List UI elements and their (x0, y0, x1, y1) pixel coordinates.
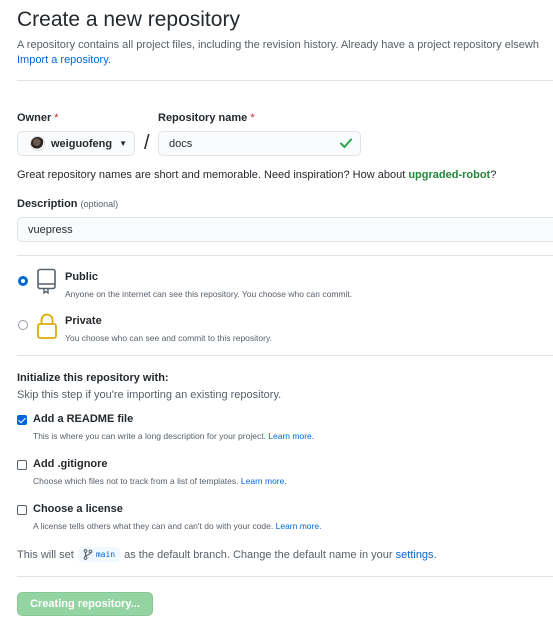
name-hint: Great repository names are short and mem… (17, 169, 496, 181)
repo-icon (37, 268, 56, 294)
divider (17, 576, 553, 577)
caret-down-icon: ▼ (119, 139, 128, 148)
license-checkbox[interactable] (17, 505, 27, 515)
public-title: Public (65, 271, 99, 283)
default-branch-note: This will set main as the default branch… (17, 547, 437, 562)
repository-name-value: docs (169, 137, 193, 150)
owner-label-text: Owner (17, 112, 52, 124)
readme-checkbox[interactable] (17, 415, 27, 425)
branch-chip: main (77, 547, 121, 562)
owner-required-mark: * (54, 112, 59, 124)
page-title: Create a new repository (17, 8, 240, 31)
gitignore-desc-text: Choose which files not to track from a l… (33, 476, 239, 486)
create-repository-button[interactable]: Creating repository... (17, 592, 153, 616)
owner-repo-separator: / (144, 132, 150, 154)
hint-suffix: ? (490, 169, 497, 181)
gitignore-learn-more-link[interactable]: Learn more. (241, 476, 287, 486)
gitignore-desc: Choose which files not to track from a l… (33, 476, 287, 486)
avatar (30, 136, 45, 151)
initialize-subtitle: Skip this step if you're importing an ex… (17, 389, 282, 401)
branch-middle-text: as the default branch. Change the defaul… (124, 548, 393, 561)
owner-name: weiguofeng (51, 137, 113, 150)
repo-name-label-text: Repository name (158, 112, 248, 124)
readme-desc-text: This is where you can write a long descr… (33, 431, 266, 441)
repository-name-input[interactable]: docs (158, 131, 361, 156)
optional-tag: (optional) (80, 199, 119, 209)
hint-text: Great repository names are short and mem… (17, 169, 406, 181)
gitignore-checkbox[interactable] (17, 460, 27, 470)
divider (17, 355, 553, 356)
license-title: Choose a license (33, 503, 123, 515)
intro-text: A repository contains all project files,… (17, 39, 539, 51)
owner-label: Owner * (17, 112, 59, 124)
private-title: Private (65, 315, 102, 327)
license-desc: A license tells others what they can and… (33, 521, 321, 531)
branch-suffix: . (433, 548, 437, 561)
divider (17, 255, 553, 256)
branch-prefix: This will set (17, 548, 74, 561)
git-branch-icon (83, 549, 93, 560)
branch-name: main (95, 550, 116, 559)
description-label: Description (optional) (17, 198, 118, 210)
private-desc: You choose who can see and commit to thi… (65, 333, 272, 343)
lock-icon (37, 313, 57, 339)
description-value: vuepress (28, 223, 73, 236)
repo-name-required-mark: * (250, 112, 255, 124)
private-radio[interactable] (18, 320, 28, 330)
initialize-title: Initialize this repository with: (17, 372, 169, 384)
description-label-text: Description (17, 198, 78, 210)
check-icon (340, 138, 352, 148)
public-radio[interactable] (18, 276, 28, 286)
repo-name-label: Repository name * (158, 112, 255, 124)
gitignore-title: Add .gitignore (33, 458, 108, 470)
owner-select-button[interactable]: weiguofeng ▼ (17, 131, 135, 156)
license-desc-text: A license tells others what they can and… (33, 521, 274, 531)
divider (17, 80, 553, 81)
settings-link[interactable]: settings (396, 549, 434, 561)
import-repository-link[interactable]: Import a repository. (17, 54, 111, 66)
description-input[interactable]: vuepress (17, 217, 553, 242)
readme-title: Add a README file (33, 413, 134, 425)
page-intro: A repository contains all project files,… (17, 39, 539, 70)
readme-learn-more-link[interactable]: Learn more. (268, 431, 314, 441)
license-learn-more-link[interactable]: Learn more. (276, 521, 322, 531)
public-desc: Anyone on the internet can see this repo… (65, 289, 353, 299)
name-suggestion-link[interactable]: upgraded-robot (408, 169, 490, 181)
readme-desc: This is where you can write a long descr… (33, 431, 314, 441)
